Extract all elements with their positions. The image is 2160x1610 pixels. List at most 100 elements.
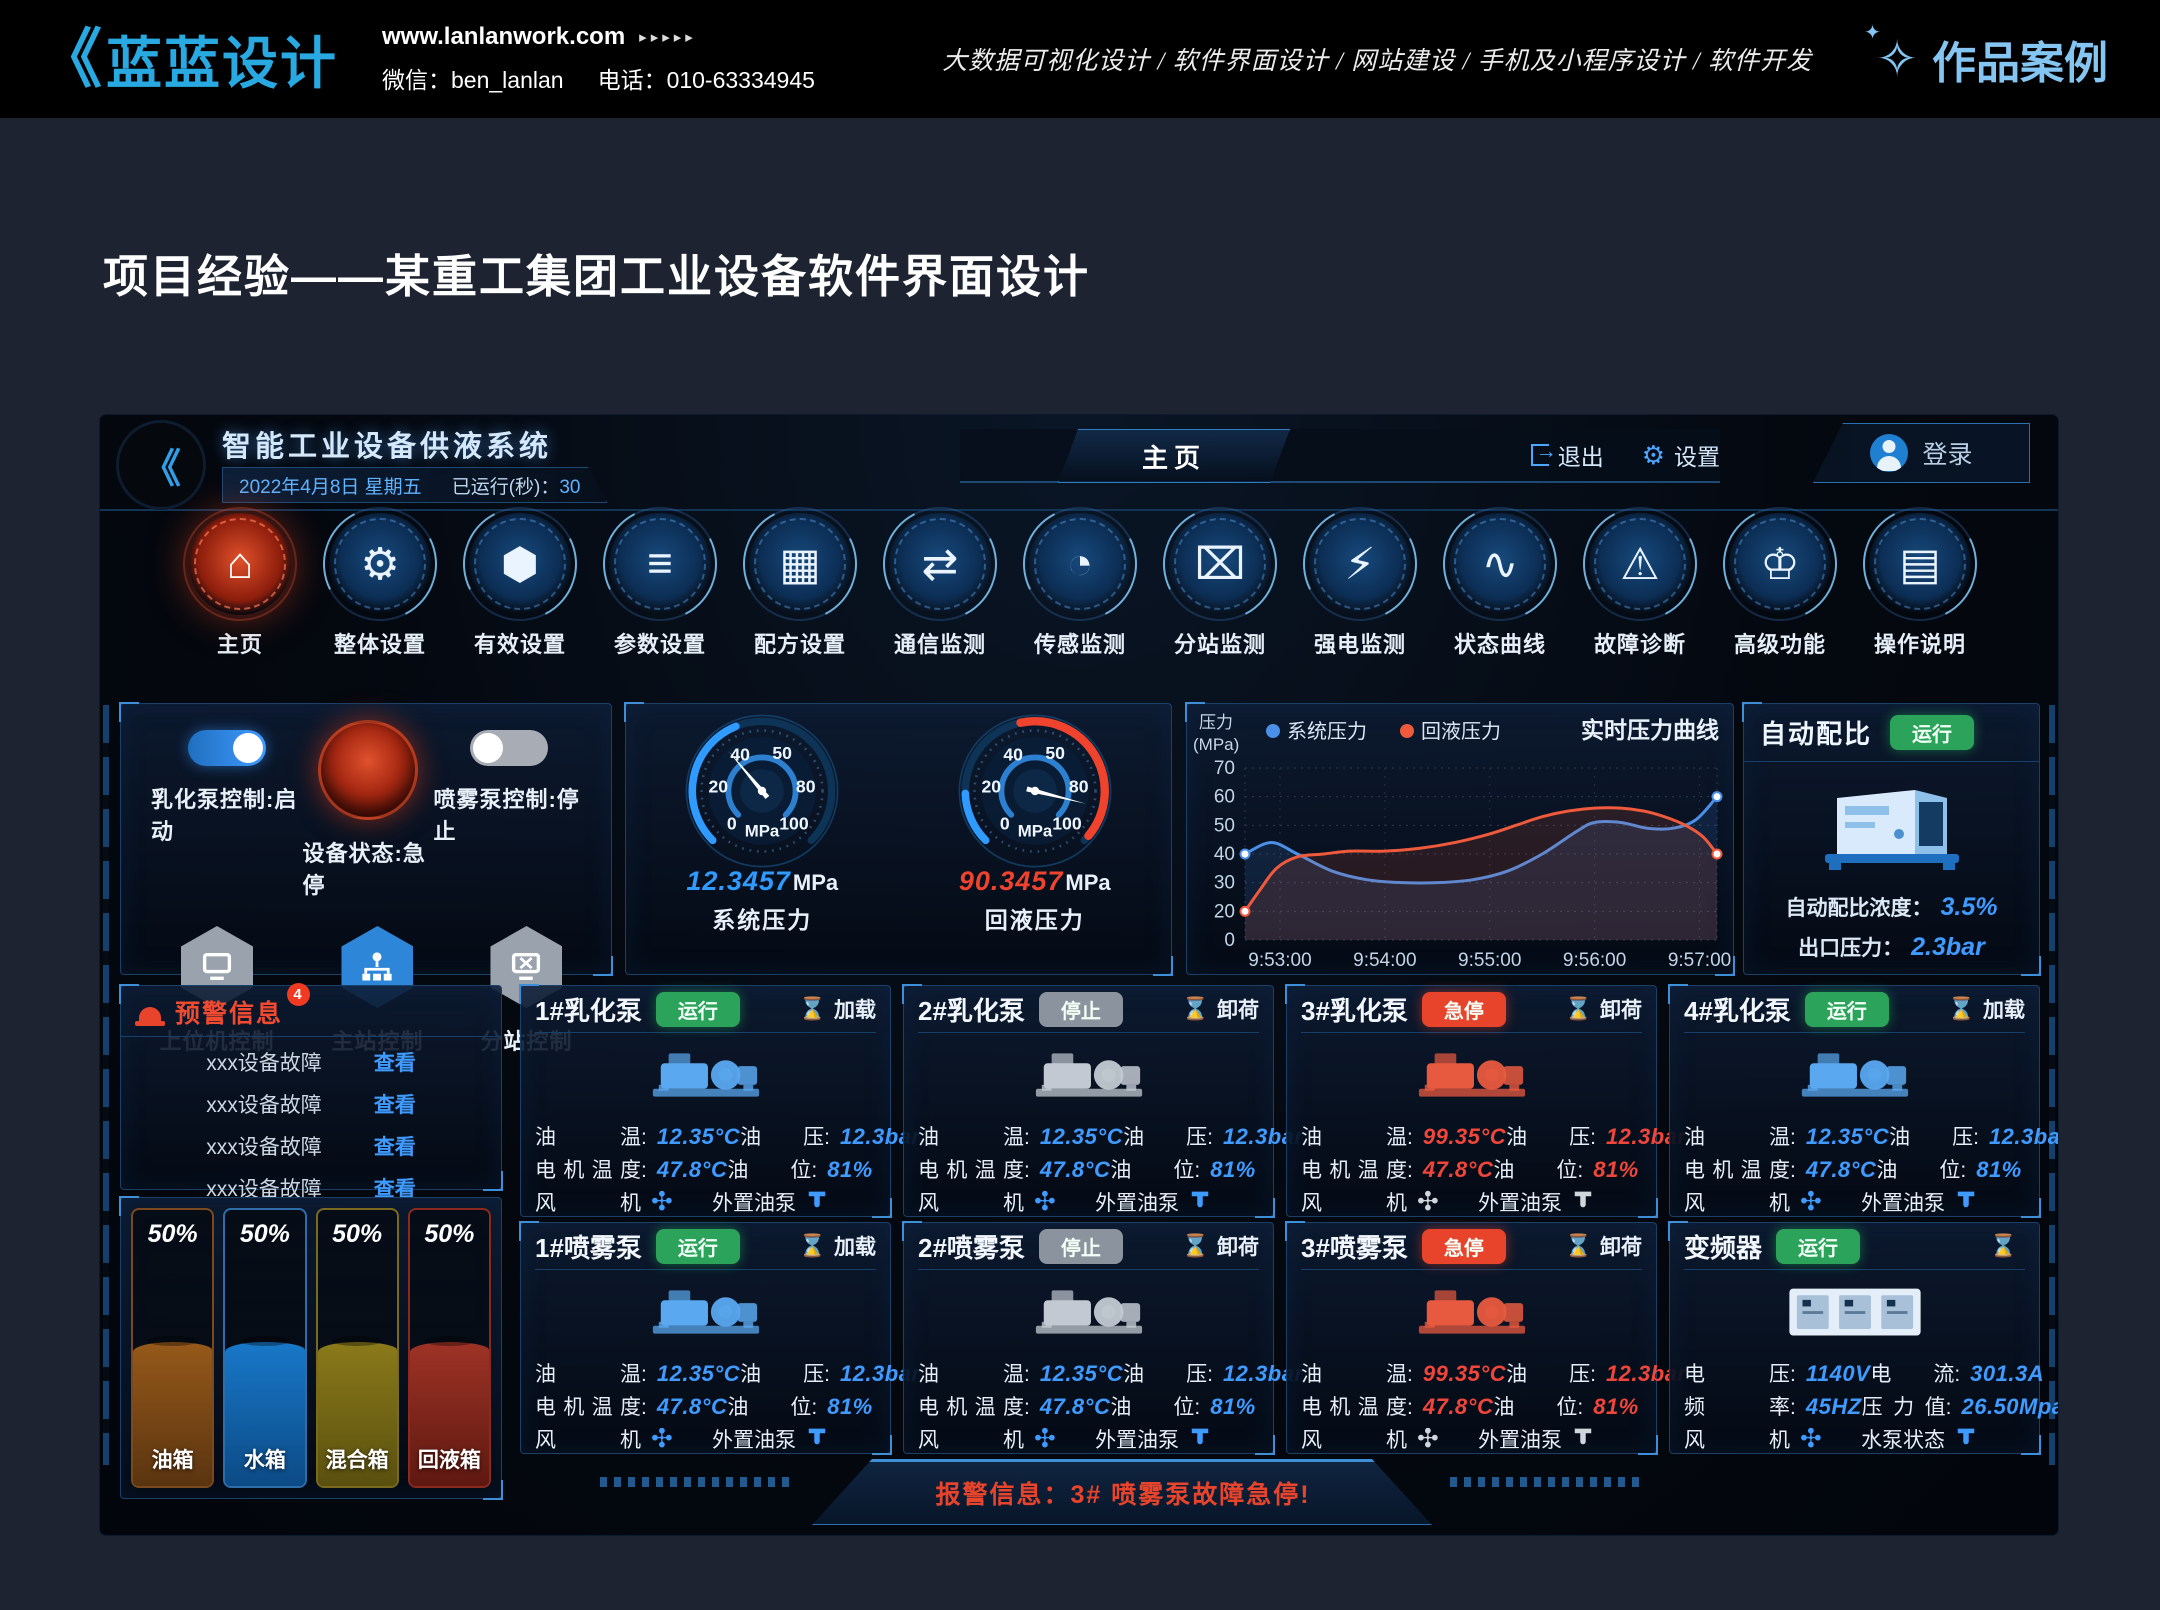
pump-card-4#乳化泵: 4#乳化泵 运行 ⌛加载 油温:12.35°C 油压:12.3bar 电机温度:… xyxy=(1669,985,2040,1217)
svg-text:系统压力: 系统压力 xyxy=(1287,720,1367,743)
gauge-value: 90.3457MPa xyxy=(959,866,1111,897)
runtime-label: 已运行(秒)： xyxy=(452,477,560,498)
ratio-machine-image xyxy=(1744,762,2039,882)
load-action-button[interactable]: ⌛ xyxy=(1990,1233,2025,1259)
svg-text:(MPa): (MPa) xyxy=(1193,735,1239,754)
logout-icon xyxy=(1531,444,1549,466)
tank-label: 油箱 xyxy=(133,1444,212,1474)
menu-item-advanced[interactable]: ♔ 高级功能 xyxy=(1710,513,1850,691)
alarm-decoration-left xyxy=(600,1477,790,1487)
hourglass-icon: ⌛ xyxy=(1948,996,1975,1022)
warning-view-link[interactable]: 查看 xyxy=(374,1089,416,1119)
login-button[interactable]: 登录 xyxy=(1813,423,2030,483)
portfolio-label: 作品案例 xyxy=(1932,27,2108,91)
hourglass-icon: ⌛ xyxy=(799,996,826,1022)
load-action-button[interactable]: ⌛卸荷 xyxy=(1182,1231,1259,1261)
services-nav: 大数据可视化设计 / 软件界面设计 / 网站建设 / 手机及小程序设计 / 软件… xyxy=(942,41,1812,77)
menu-item-sliders[interactable]: ≡ 参数设置 xyxy=(590,513,730,691)
warning-title: 预警信息4 xyxy=(175,994,283,1030)
left-scroll-rail[interactable] xyxy=(103,705,109,1465)
menu-item-hexagon[interactable]: ⬢ 有效设置 xyxy=(450,513,590,691)
site-url: www.lanlanwork.com xyxy=(382,23,625,51)
tab-home[interactable]: 主页 xyxy=(1058,429,1290,483)
comm-icon: ⇄ xyxy=(889,513,991,615)
hexagon-icon: ⬢ xyxy=(469,513,571,615)
menu-item-gear[interactable]: ⚙ 整体设置 xyxy=(310,513,450,691)
menu-item-manual[interactable]: ▤ 操作说明 xyxy=(1850,513,1990,691)
svg-text:50: 50 xyxy=(773,743,793,763)
alarm-decoration-right xyxy=(1450,1477,1640,1487)
hourglass-icon: ⌛ xyxy=(1990,1233,2017,1259)
system-logo-icon: 《 xyxy=(116,420,206,510)
card-name: 4#乳化泵 xyxy=(1684,991,1791,1028)
svg-text:回液压力: 回液压力 xyxy=(1421,720,1501,743)
warning-view-link[interactable]: 查看 xyxy=(374,1047,416,1077)
tank-回液箱: 50% 回液箱 xyxy=(408,1208,491,1488)
svg-text:30: 30 xyxy=(1214,873,1235,894)
menu-item-home[interactable]: ⌂ 主页 xyxy=(170,513,310,691)
gear-icon: ⚙ xyxy=(329,513,431,615)
spray-pump-toggle[interactable] xyxy=(470,730,548,766)
brand-name: 蓝蓝设计 xyxy=(106,19,338,100)
portfolio-link[interactable]: ✧✦ 作品案例 xyxy=(1876,27,2108,91)
menu-item-substation[interactable]: ⌧ 分站监测 xyxy=(1150,513,1290,691)
sensor-icon: ◔ xyxy=(1029,513,1131,615)
load-action-button[interactable]: ⌛加载 xyxy=(799,1231,876,1261)
load-action-button[interactable]: ⌛卸荷 xyxy=(1565,1231,1642,1261)
substation-icon: ⌧ xyxy=(1169,513,1271,615)
menu-item-sensor[interactable]: ◔ 传感监测 xyxy=(1010,513,1150,691)
device-status-label: 设备状态:急停 xyxy=(303,836,434,900)
load-action-button[interactable]: ⌛加载 xyxy=(799,994,876,1024)
emulsion-toggle-label: 乳化泵控制:启动 xyxy=(151,782,303,846)
contact-block: www.lanlanwork.com ▸▸▸▸▸ 微信：ben_lanlan 电… xyxy=(382,23,815,95)
tank-label: 混合箱 xyxy=(318,1444,397,1474)
svg-text:压力: 压力 xyxy=(1199,713,1233,732)
outlet-pressure-label: 出口压力： xyxy=(1798,932,1903,962)
brand-logo: 《 蓝蓝设计 xyxy=(38,19,338,100)
tank-油箱: 50% 油箱 xyxy=(131,1208,214,1488)
ext-pump-icon xyxy=(1572,1188,1594,1210)
fan-icon: ✣ xyxy=(1800,1425,1822,1451)
svg-text:70: 70 xyxy=(1214,758,1235,779)
tank-label: 水箱 xyxy=(225,1444,304,1474)
emergency-stop-button[interactable] xyxy=(318,720,418,820)
emulsion-pump-toggle[interactable] xyxy=(188,730,266,766)
svg-text:0: 0 xyxy=(1000,814,1010,834)
svg-text:MPa: MPa xyxy=(745,821,780,840)
menu-item-curve[interactable]: ∿ 状态曲线 xyxy=(1430,513,1570,691)
load-action-button[interactable]: ⌛卸荷 xyxy=(1182,994,1259,1024)
card-name: 2#乳化泵 xyxy=(918,991,1025,1028)
login-label: 登录 xyxy=(1922,435,1972,471)
logout-button[interactable]: 退出 xyxy=(1531,438,1604,472)
load-action-button[interactable]: ⌛加载 xyxy=(1948,994,2025,1024)
wechat-text: 微信：ben_lanlan xyxy=(382,61,564,95)
load-action-button[interactable]: ⌛卸荷 xyxy=(1565,994,1642,1024)
runtime-value: 30 xyxy=(559,477,580,498)
date-text: 2022年4月8日 星期五 xyxy=(239,472,422,499)
settings-button[interactable]: ⚙设置 xyxy=(1642,438,1720,472)
date-runtime-bar: 2022年4月8日 星期五 已运行(秒)：30 xyxy=(222,467,607,503)
gauge-return-pressure: 020405080100MPa 90.3457MPa 回液压力 xyxy=(899,704,1172,974)
ext-pump-icon xyxy=(806,1425,828,1447)
menu-item-comm[interactable]: ⇄ 通信监测 xyxy=(870,513,1010,691)
card-name: 变频器 xyxy=(1684,1228,1762,1265)
svg-text:9:54:00: 9:54:00 xyxy=(1353,950,1416,971)
advanced-icon: ♔ xyxy=(1729,513,1831,615)
hourglass-icon: ⌛ xyxy=(1565,1233,1592,1259)
fan-icon: ✣ xyxy=(1417,1188,1439,1214)
concentration-label: 自动配比浓度： xyxy=(1786,892,1933,922)
hourglass-icon: ⌛ xyxy=(1565,996,1592,1022)
right-scroll-rail[interactable] xyxy=(2049,705,2055,1465)
menu-item-fault[interactable]: ⚠ 故障诊断 xyxy=(1570,513,1710,691)
menu-item-power[interactable]: ⚡ 强电监测 xyxy=(1290,513,1430,691)
pump-image xyxy=(535,1033,876,1119)
card-name: 3#乳化泵 xyxy=(1301,991,1408,1028)
pump-card-3#乳化泵: 3#乳化泵 急停 ⌛卸荷 油温:99.35°C 油压:12.3bar 电机温度:… xyxy=(1286,985,1657,1217)
svg-text:40: 40 xyxy=(731,745,751,765)
warning-text: xxx设备故障 xyxy=(206,1131,322,1161)
warning-text: xxx设备故障 xyxy=(206,1047,322,1077)
menu-item-recipe[interactable]: ▦ 配方设置 xyxy=(730,513,870,691)
warning-view-link[interactable]: 查看 xyxy=(374,1131,416,1161)
controls-panel: 乳化泵控制:启动 设备状态:急停 喷雾泵控制:停止 上位机控制 主站控制 分站控… xyxy=(120,703,612,975)
gauge-label: 回液压力 xyxy=(985,901,1085,935)
